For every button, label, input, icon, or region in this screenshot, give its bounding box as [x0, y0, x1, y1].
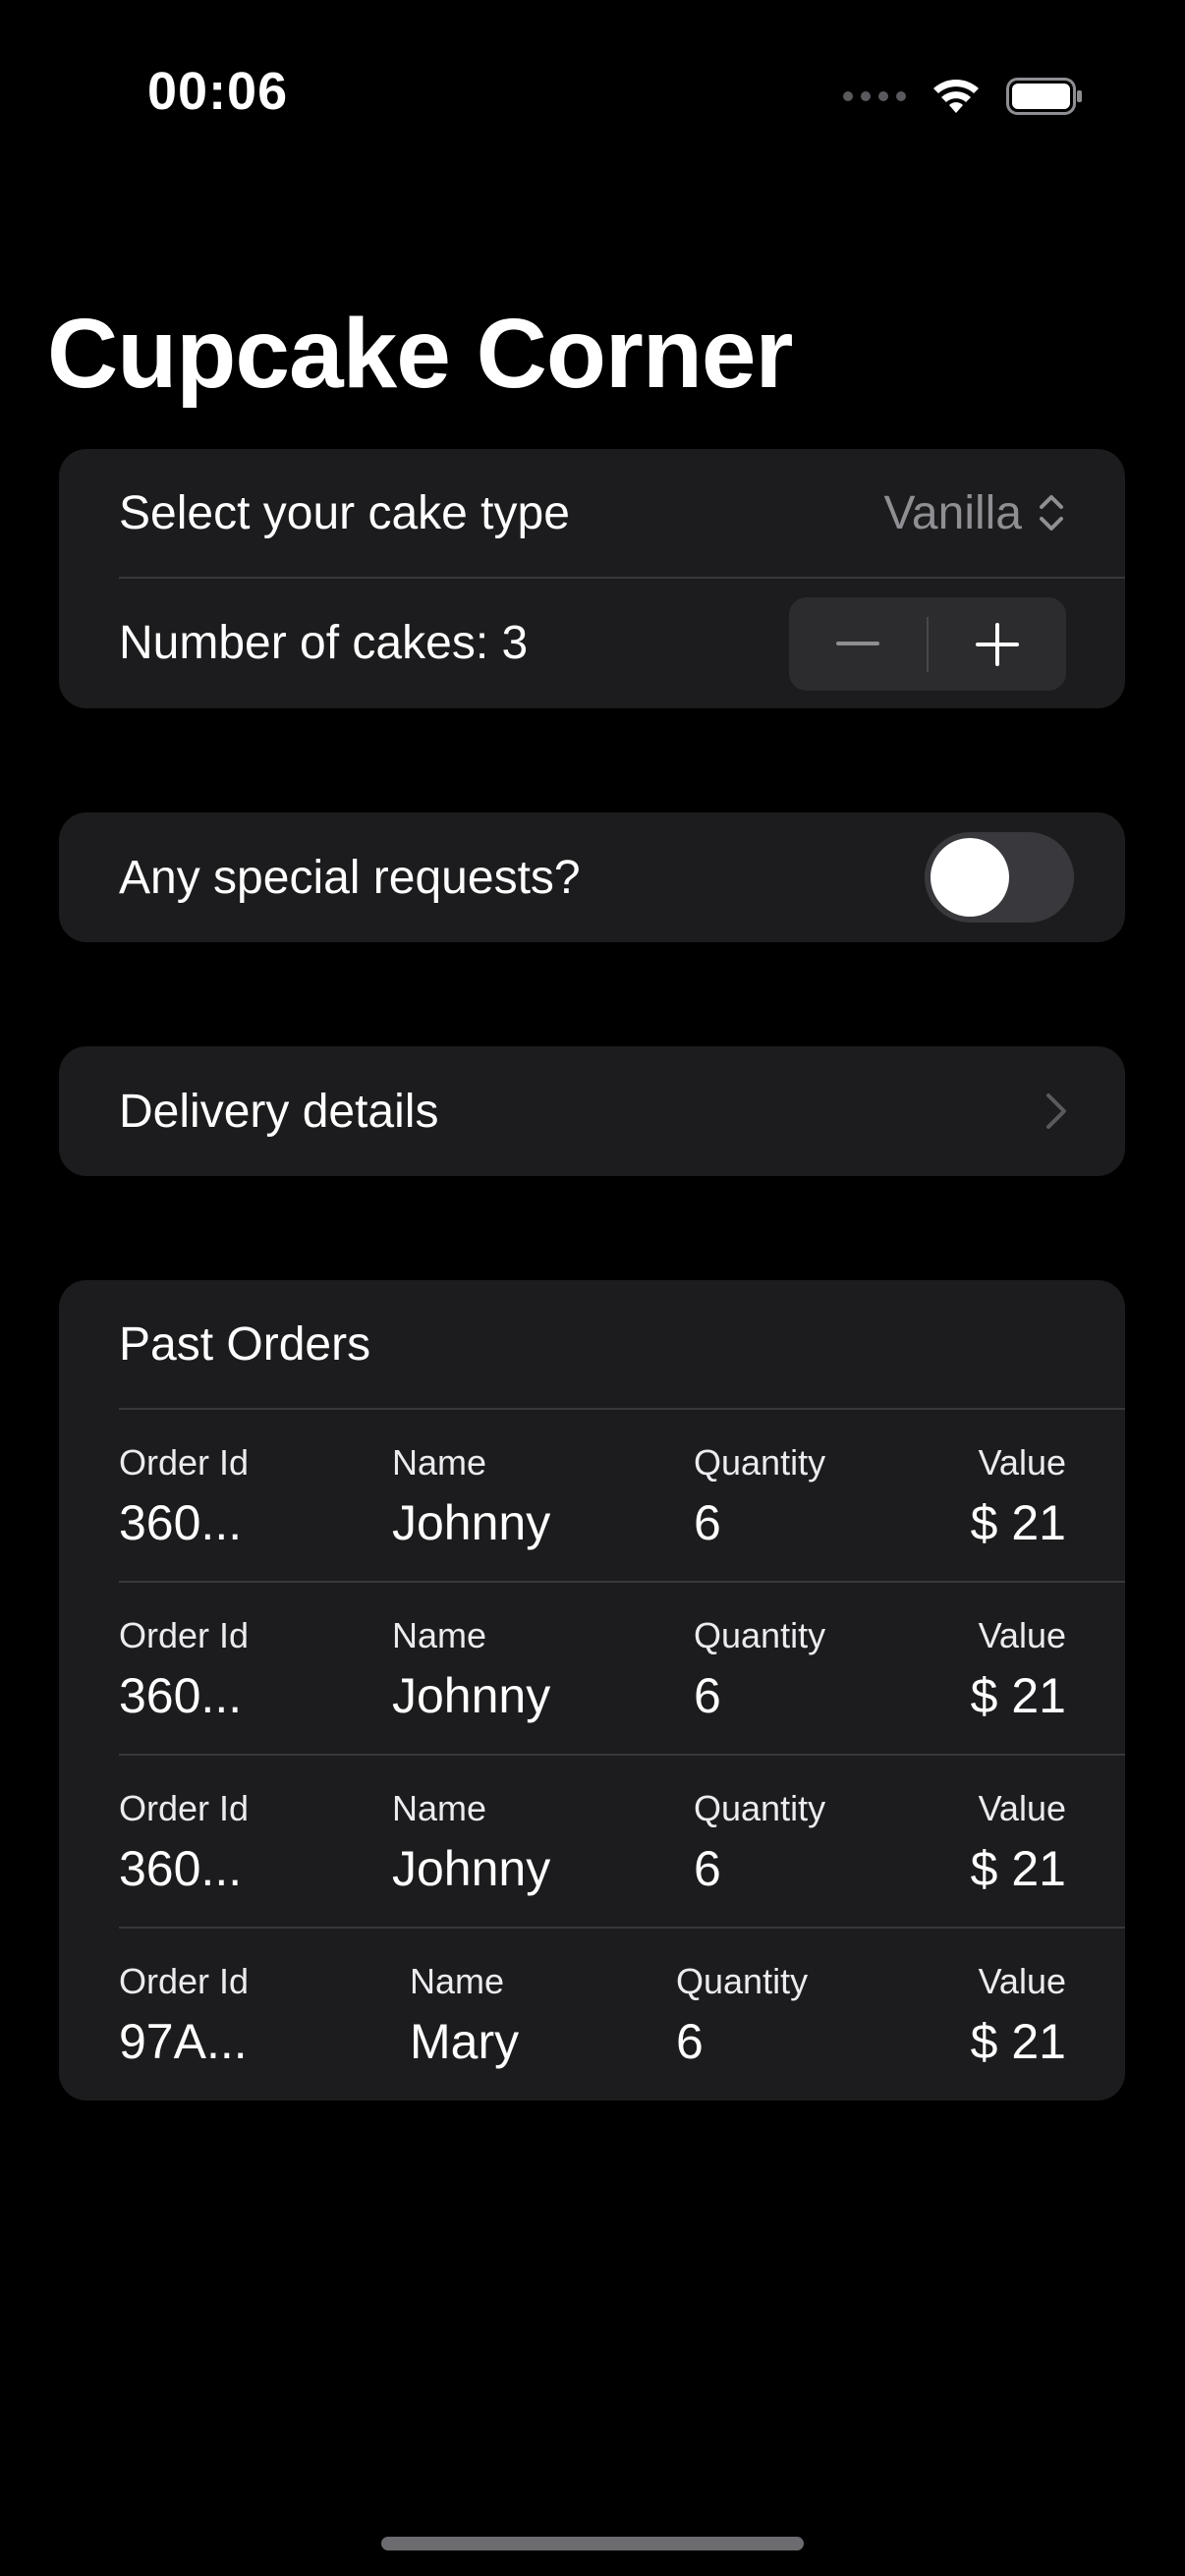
order-row[interactable]: Order Id 360... Name Johnny Quantity 6 V… [59, 1583, 1125, 1756]
name-value: Johnny [392, 1841, 551, 1896]
order-id-cell: Order Id 360... [119, 1788, 250, 1896]
name-header: Name [392, 1615, 487, 1655]
wifi-icon [933, 80, 979, 113]
special-requests-card: Any special requests? [59, 812, 1125, 942]
name-header: Name [410, 1961, 505, 2001]
status-bar: 00:06 [0, 0, 1185, 187]
special-requests-label: Any special requests? [119, 851, 581, 904]
name-cell: Name Johnny [392, 1442, 551, 1550]
status-icons [843, 69, 1083, 124]
signal-dots-icon [843, 91, 906, 101]
delivery-details-link[interactable]: Delivery details [59, 1046, 1125, 1176]
quantity-value: 6 [694, 1841, 721, 1896]
cake-type-label: Select your cake type [119, 486, 570, 539]
quantity-value: 6 [694, 1668, 721, 1723]
order-id-value: 97A... [119, 2014, 248, 2069]
value-header: Value [978, 1615, 1066, 1655]
quantity-header: Quantity [676, 1961, 809, 2001]
value-cell: Value $ 21 [970, 1615, 1066, 1723]
name-value: Mary [410, 2014, 520, 2069]
value-cell: Value $ 21 [970, 1442, 1066, 1550]
quantity-value: 6 [694, 1495, 721, 1550]
order-form-card: Select your cake type Vanilla Number of … [59, 449, 1125, 708]
name-cell: Name Johnny [392, 1615, 551, 1723]
value-value: $ 21 [970, 1668, 1066, 1723]
value-value: $ 21 [970, 1841, 1066, 1896]
quantity-stepper[interactable] [789, 597, 1066, 691]
past-orders-card: Past Orders Order Id 360... Name Johnny … [59, 1280, 1125, 2100]
cake-count-label: Number of cakes: 3 [119, 616, 529, 669]
chevron-right-icon [1046, 1093, 1066, 1129]
name-cell: Name Mary [410, 1961, 520, 2069]
order-id-value: 360... [119, 1668, 243, 1723]
cake-count-row: Number of cakes: 3 [59, 579, 1125, 706]
delivery-details-label: Delivery details [119, 1085, 439, 1138]
order-row[interactable]: Order Id 360... Name Johnny Quantity 6 V… [59, 1410, 1125, 1583]
quantity-cell: Quantity 6 [694, 1615, 826, 1723]
special-requests-toggle[interactable] [925, 832, 1074, 923]
name-cell: Name Johnny [392, 1788, 551, 1896]
increment-button[interactable] [929, 597, 1066, 691]
cake-type-picker[interactable]: Vanilla [883, 486, 1065, 540]
name-value: Johnny [392, 1668, 551, 1723]
order-id-header: Order Id [119, 1442, 250, 1483]
toggle-knob [931, 838, 1009, 917]
value-cell: Value $ 21 [970, 1961, 1066, 2069]
value-value: $ 21 [970, 1495, 1066, 1550]
quantity-header: Quantity [694, 1615, 826, 1655]
order-id-header: Order Id [119, 1788, 250, 1828]
special-requests-row: Any special requests? [59, 812, 1125, 942]
order-id-cell: Order Id 360... [119, 1442, 250, 1550]
name-header: Name [392, 1788, 487, 1828]
order-id-cell: Order Id 360... [119, 1615, 250, 1723]
order-id-value: 360... [119, 1495, 243, 1550]
plus-icon [975, 622, 1019, 666]
value-header: Value [978, 1442, 1066, 1483]
quantity-value: 6 [676, 2014, 704, 2069]
cake-type-picker-row[interactable]: Select your cake type Vanilla [59, 449, 1125, 577]
order-row[interactable]: Order Id 97A... Name Mary Quantity 6 Val… [59, 1929, 1125, 2100]
value-header: Value [978, 1961, 1066, 2001]
page-title: Cupcake Corner [47, 299, 793, 409]
decrement-button[interactable] [789, 597, 927, 691]
cake-type-value: Vanilla [883, 486, 1022, 539]
quantity-cell: Quantity 6 [694, 1442, 826, 1550]
status-time: 00:06 [147, 62, 289, 121]
past-orders-title: Past Orders [119, 1317, 371, 1371]
value-cell: Value $ 21 [970, 1788, 1066, 1896]
quantity-header: Quantity [694, 1788, 826, 1828]
quantity-cell: Quantity 6 [676, 1961, 809, 2069]
name-header: Name [392, 1442, 487, 1483]
orders-list: Order Id 360... Name Johnny Quantity 6 V… [59, 1410, 1125, 2100]
value-value: $ 21 [970, 2014, 1066, 2069]
minus-icon [836, 641, 879, 645]
home-indicator[interactable] [381, 2537, 804, 2550]
battery-icon [1006, 78, 1082, 115]
chevron-up-down-icon [1040, 495, 1063, 531]
order-id-header: Order Id [119, 1615, 250, 1655]
name-value: Johnny [392, 1495, 551, 1550]
value-header: Value [978, 1788, 1066, 1828]
quantity-cell: Quantity 6 [694, 1788, 826, 1896]
order-row[interactable]: Order Id 360... Name Johnny Quantity 6 V… [59, 1756, 1125, 1929]
order-id-value: 360... [119, 1841, 243, 1896]
order-id-cell: Order Id 97A... [119, 1961, 250, 2069]
order-id-header: Order Id [119, 1961, 250, 2001]
quantity-header: Quantity [694, 1442, 826, 1483]
delivery-card: Delivery details [59, 1046, 1125, 1176]
